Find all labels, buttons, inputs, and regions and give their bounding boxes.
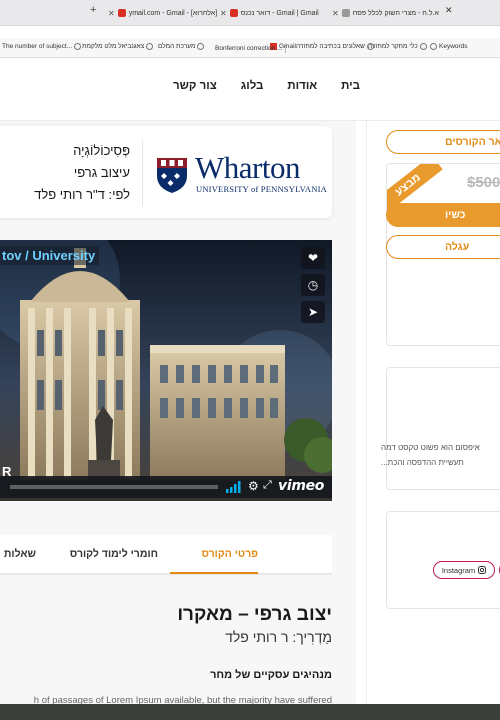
gear-icon[interactable]: ⚙ xyxy=(248,479,259,493)
browser-tab-strip: ✕ א.ל.ח - מצרי השוק לכלל פסח ✕ דואר נכנס… xyxy=(0,0,500,26)
clock-icon: ◷ xyxy=(307,278,319,292)
tab-questions[interactable]: שאלות xyxy=(4,548,36,560)
nav-home[interactable]: בית xyxy=(341,80,360,96)
video-frame-image xyxy=(0,240,332,501)
header-divider xyxy=(142,140,143,206)
shield-icon xyxy=(157,158,187,193)
nav-about[interactable]: אודות xyxy=(287,80,317,96)
wharton-logo: Wharton UNIVERSITY of PENNSYLVANIA xyxy=(155,150,327,198)
browser-tab-1[interactable]: ✕ א.ל.ח - מצרי השוק לכלל פסח xyxy=(332,5,452,21)
globe-icon xyxy=(419,43,427,50)
bookmark-item[interactable]: The number of subject... xyxy=(2,43,82,50)
close-icon[interactable]: ✕ xyxy=(108,9,115,18)
header-line-course: עיצוב גרפי xyxy=(73,165,130,180)
tab-course-details[interactable]: פרטי הקורס xyxy=(202,548,258,560)
volume-icon[interactable] xyxy=(226,481,242,493)
bookmark-item[interactable]: מערכת המלם xyxy=(158,43,205,50)
logo-wordmark: Wharton xyxy=(195,150,300,185)
bookmark-item[interactable]: כלי מחקר למחזרה xyxy=(368,43,427,50)
course-tabs: פרטי הקורס חומרי לימוד לקורס שאלות xyxy=(0,535,332,575)
logo-subtitle: UNIVERSITY of PENNSYLVANIA xyxy=(196,184,327,194)
courses-button[interactable]: אר הקורסים xyxy=(386,130,500,154)
heart-icon: ❤ xyxy=(307,251,319,265)
share-button[interactable]: ➤ xyxy=(301,301,325,323)
vimeo-logo[interactable]: vimeo xyxy=(278,478,324,494)
tab-favicon-icon xyxy=(341,9,350,17)
browser-tab-2[interactable]: ✕ דואר נכנס - Gmail | Gmail xyxy=(220,5,330,21)
gmail-icon xyxy=(117,9,126,17)
info-card-line: תעשיית ההדפסה והכת... xyxy=(381,458,464,467)
new-tab-icon[interactable]: + xyxy=(90,4,96,16)
globe-icon xyxy=(74,43,82,50)
header-text: פְּסִיכוֹלוֹגְיָה עיצוב גרפי לפי: ד"ר רו… xyxy=(0,140,130,206)
tab-title: דואר נכנס - Gmail | Gmail xyxy=(240,9,319,17)
globe-icon xyxy=(197,43,205,50)
instagram-button[interactable]: Instagram xyxy=(433,561,495,579)
bookmark-item[interactable]: Bonferroni correction ... xyxy=(215,43,286,53)
info-card-text: איפסום הוא פשוט טקסט דמה תעשיית ההדפסה ו… xyxy=(381,440,500,470)
nav-contact[interactable]: צור קשר xyxy=(173,80,217,96)
close-icon[interactable]: ✕ xyxy=(445,5,453,16)
instagram-label: Instagram xyxy=(441,565,476,575)
browser-tab-3[interactable]: ✕ ymail.com - Gmail - [אלחרוא] xyxy=(108,5,218,21)
close-icon[interactable]: ✕ xyxy=(220,9,227,18)
site-nav: בית אודות בלוג צור קשר xyxy=(160,80,360,96)
tab-title: ymail.com - Gmail - [אלחרוא] xyxy=(128,9,218,17)
video-controls: ⚙ ⤢ vimeo xyxy=(0,476,332,498)
course-subtitle: מנהיגים עסקיים של מחר xyxy=(210,669,332,681)
bookmark-item[interactable]: שאלונים בכתיבה למחזרה xyxy=(296,43,374,50)
fullscreen-icon[interactable]: ⤢ xyxy=(263,479,272,492)
course-title: יצוב גרפי – מאקרו xyxy=(177,604,332,625)
instagram-icon xyxy=(478,566,487,574)
video-progress-bar[interactable] xyxy=(10,485,218,489)
course-header-card: Wharton UNIVERSITY of PENNSYLVANIA פְּסִ… xyxy=(0,126,332,218)
buy-now-button[interactable]: כשיו xyxy=(386,203,500,227)
watch-later-button[interactable]: ◷ xyxy=(301,274,325,296)
bookmark-item[interactable]: צאגנביאל מלט מלקמת xyxy=(82,43,154,50)
add-to-cart-button[interactable]: עגלה xyxy=(386,235,500,259)
tab-title: א.ל.ח - מצרי השוק לכלל פסח xyxy=(352,9,439,17)
header-line-instructor: לפי: ד"ר רותי פלד xyxy=(34,187,130,202)
send-icon: ➤ xyxy=(307,305,319,319)
bookmarks-bar: Keywords כלי מחקר למחזרה שאלונים בכתיבה … xyxy=(0,38,500,58)
tab-course-materials[interactable]: חומרי לימוד לקורס xyxy=(70,548,158,560)
gmail-icon xyxy=(229,9,238,17)
globe-icon xyxy=(146,43,154,50)
active-tab-indicator xyxy=(170,572,258,574)
info-card-line: איפסום הוא פשוט טקסט דמה xyxy=(381,443,480,452)
nav-blog[interactable]: בלוג xyxy=(241,80,264,96)
close-icon[interactable]: ✕ xyxy=(332,9,339,18)
globe-icon xyxy=(366,43,374,50)
header-line-subject: פְּסִיכוֹלוֹגְיָה xyxy=(73,143,130,158)
like-button[interactable]: ❤ xyxy=(301,247,325,269)
bookmark-separator xyxy=(284,43,286,53)
video-title[interactable]: tov / University xyxy=(0,246,100,265)
video-player[interactable]: tov / University ❤ ◷ ➤ R ⚙ ⤢ vimeo xyxy=(0,240,332,501)
info-card: איפסום הוא פשוט טקסט דמה תעשיית ההדפסה ו… xyxy=(381,367,500,490)
social-card: Instagram xyxy=(386,511,500,609)
course-instructor: מַדְרִיך: ר רותי פלד xyxy=(225,629,332,645)
globe-icon xyxy=(430,43,437,50)
bookmark-item[interactable]: Keywords xyxy=(430,43,468,50)
bottom-bar xyxy=(0,704,500,720)
old-price: $500 xyxy=(467,174,500,191)
